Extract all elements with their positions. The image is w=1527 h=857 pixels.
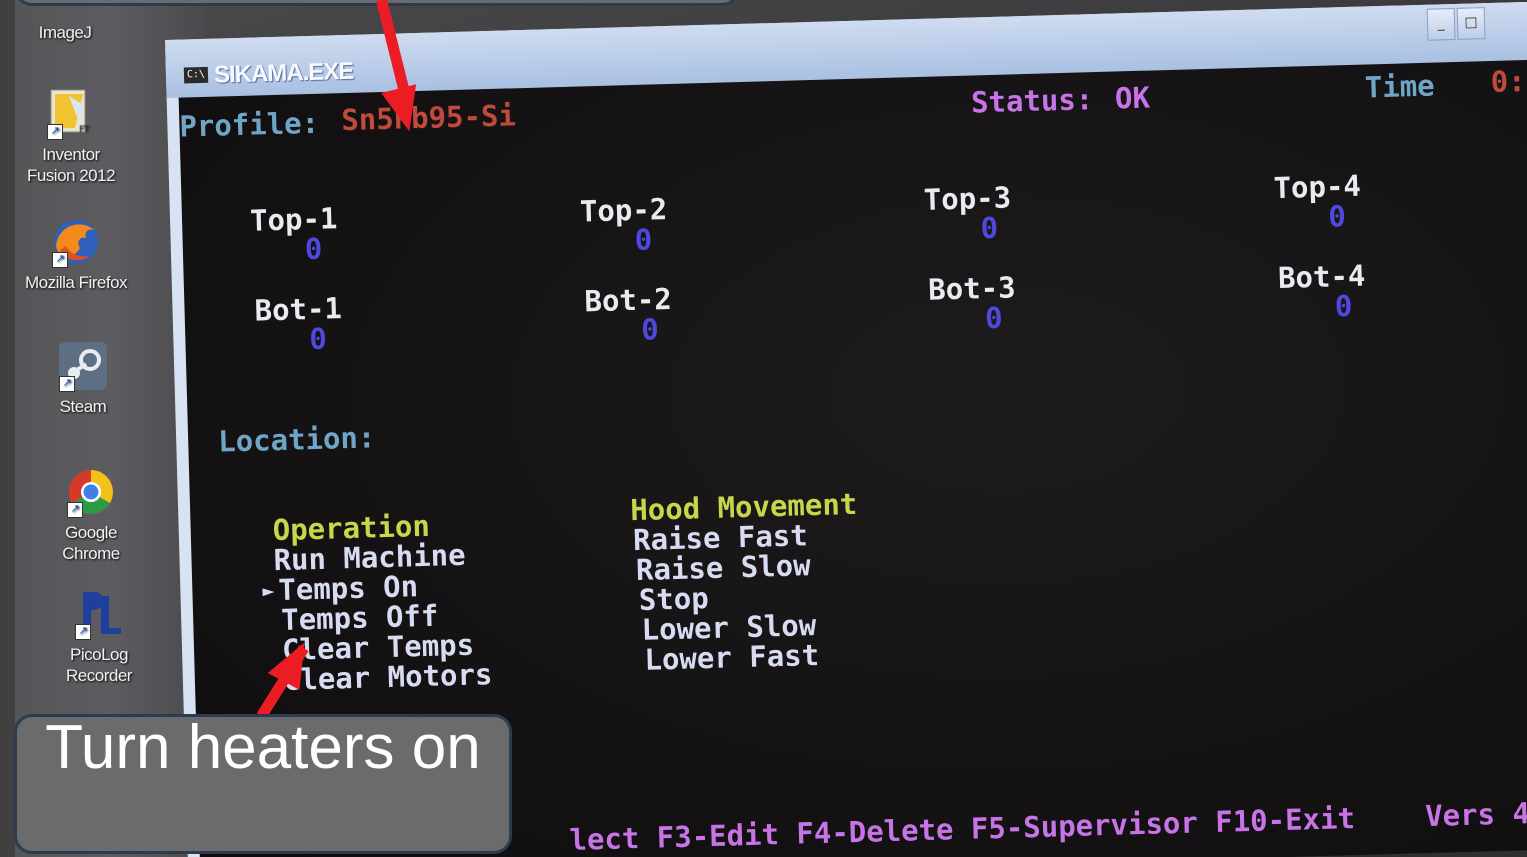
hood-item-stop[interactable]: Stop [638,581,709,617]
desktop-icon-steam[interactable]: ↗ Steam [13,340,153,417]
window-title: SIKAMA.EXE [213,57,354,89]
svg-text:FT: FT [79,125,90,135]
desktop-icon-imagej[interactable]: ImageJ [0,0,135,43]
shortcut-arrow-icon: ↗ [59,376,75,392]
hood-item-raise-slow[interactable]: Raise Slow [636,548,811,587]
heater-value: 0 [640,312,660,347]
inventor-fusion-icon: FT ↗ [45,88,97,140]
heater-value: 0 [308,321,328,357]
selection-marker-icon: ► [262,578,275,603]
desktop-icon-label: PicoLog [70,645,128,664]
time-label: Time [1364,68,1436,105]
desktop-icon-chrome[interactable]: ↗ Google Chrome [21,466,161,564]
hood-item-lower-fast[interactable]: Lower Fast [644,638,819,677]
status-value: OK [1114,80,1151,116]
console-app-icon: C:\ [183,66,209,84]
status-label: Status: [970,82,1094,120]
version-text: Vers 4 [1424,796,1527,834]
maximize-button[interactable]: □ [1456,7,1486,40]
firefox-icon: ↗ [50,216,102,268]
heater-name: Bot-3 [927,270,1017,307]
desktop-icon-label: Mozilla Firefox [24,273,128,292]
heater-name: Top-1 [249,201,338,238]
chrome-icon: ↗ [65,466,117,518]
slide-photo: ImageJ FT ↗ Inventor Fusion 2012 ↗ Mozil… [0,0,1527,857]
footer-function-keys: lect F3-Edit F4-Delete F5-Supervisor F10… [569,801,1356,857]
heater-value: 0 [1327,199,1347,234]
callout-text: Turn heaters on [45,714,481,782]
profile-value: Sn5Pb95-Si [340,98,517,138]
desktop-icon-label: Chrome [62,544,120,563]
shortcut-arrow-icon: ↗ [52,252,68,268]
desktop-icon-label: Recorder [66,666,132,685]
operation-item-clear-motors[interactable]: Clear Motors [282,657,492,697]
heater-value: 0 [304,231,323,267]
picolog-icon: ↗ [73,588,125,640]
heater-name: Top-4 [1273,168,1362,206]
minimize-button[interactable]: _ [1426,7,1456,41]
desktop-icon-inventor-fusion[interactable]: FT ↗ Inventor Fusion 2012 [1,88,141,186]
heater-name: Bot-2 [583,281,673,319]
shortcut-arrow-icon: ↗ [47,124,63,140]
desktop-icon-label: Fusion 2012 [26,166,116,185]
heater-value: 0 [634,222,653,257]
heater-value: 0 [980,210,999,246]
heater-name: Bot-4 [1277,258,1366,296]
heater-value: 0 [1334,288,1353,324]
desktop-icon-picolog[interactable]: ↗ PicoLog Recorder [29,588,169,686]
heater-name: Top-3 [923,180,1012,217]
profile-label: Profile: [178,105,320,144]
desktop-icon-label: Inventor [42,145,100,164]
window-controls: _ □ [1426,7,1486,41]
desktop-icon-label: Steam [59,397,107,416]
desktop-icon-firefox[interactable]: ↗ Mozilla Firefox [6,216,146,293]
heater-name: Bot-1 [254,291,343,328]
time-value: 0:0 [1490,63,1527,99]
desktop-icon-label: Google [65,523,117,542]
shortcut-arrow-icon: ↗ [67,502,83,518]
shortcut-arrow-icon: ↗ [75,624,91,640]
heater-value: 0 [984,300,1004,336]
desktop-icon-label: ImageJ [38,23,92,42]
location-label: Location: [217,420,376,459]
steam-icon: ↗ [57,340,109,392]
callout-turn-heaters-on: Turn heaters on [14,714,512,854]
heater-name: Top-2 [579,192,668,229]
